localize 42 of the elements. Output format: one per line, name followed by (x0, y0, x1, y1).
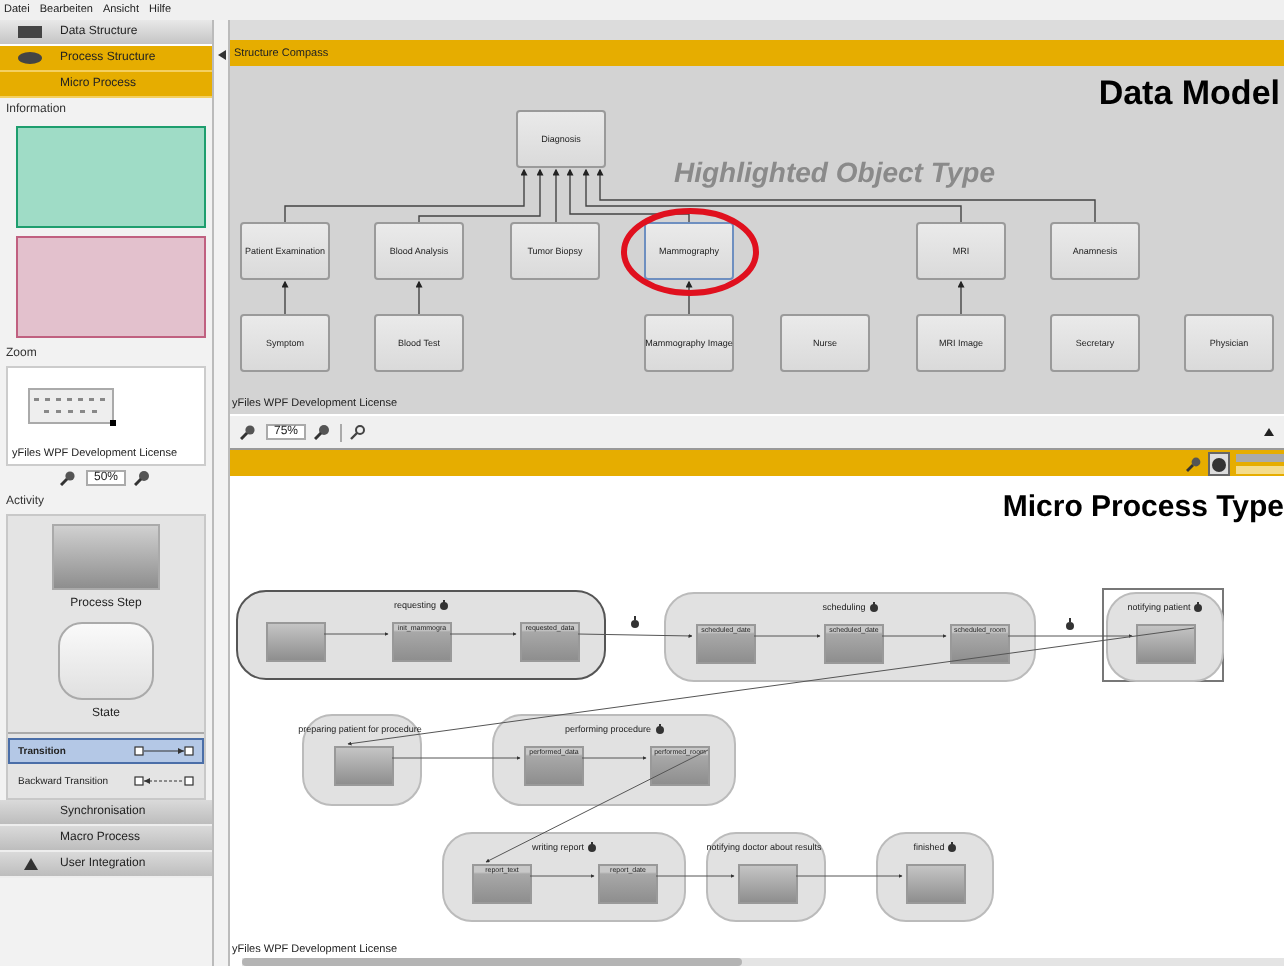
collapse-arrow-icon[interactable] (217, 50, 225, 60)
process-step (266, 622, 326, 662)
dashed-arrow-icon (134, 775, 194, 787)
rectangle-icon (18, 26, 42, 38)
annotation-text: Highlighted Object Type (674, 156, 995, 188)
magnifier-icon[interactable] (350, 424, 367, 440)
overview-drawing (28, 388, 118, 428)
zoom-out-icon[interactable] (240, 424, 258, 440)
connector-arrow (552, 168, 560, 223)
overlay-title: Micro Process Type (1002, 490, 1284, 524)
drop-icon (655, 724, 664, 734)
zoom-in-icon[interactable] (314, 424, 333, 440)
connector-arrow (685, 280, 693, 315)
hand-icon[interactable] (1208, 451, 1230, 475)
transition-arrow (795, 874, 903, 878)
drop-icon (440, 600, 448, 610)
drop-icon (588, 842, 596, 852)
process-step (1136, 624, 1196, 664)
drop-icon (1194, 602, 1203, 612)
search-icon[interactable] (1186, 455, 1202, 471)
overlay-title: Data Model (1098, 74, 1280, 114)
solid-arrow-icon (134, 745, 194, 757)
process-step (334, 746, 394, 786)
zoom-out-icon[interactable] (59, 470, 78, 486)
process-step (906, 864, 966, 904)
connector-arrow (415, 280, 423, 315)
scroll-thumb[interactable] (242, 958, 742, 966)
triangle-icon (23, 858, 37, 870)
expand-arrow-icon[interactable] (1264, 428, 1274, 436)
process-step (738, 864, 798, 904)
transition-arrow (529, 874, 595, 878)
drop-icon (948, 842, 957, 852)
transition-arrow (655, 874, 735, 878)
scrollbar[interactable] (242, 958, 1284, 966)
drop-icon (631, 616, 639, 628)
zoom-in-icon[interactable] (134, 470, 152, 486)
connector-arrow (957, 280, 965, 315)
highlight-ring (621, 208, 759, 296)
drop-icon (1066, 618, 1074, 630)
drop-icon (869, 602, 878, 612)
oval-icon (18, 52, 42, 64)
connector-arrow (281, 280, 289, 315)
